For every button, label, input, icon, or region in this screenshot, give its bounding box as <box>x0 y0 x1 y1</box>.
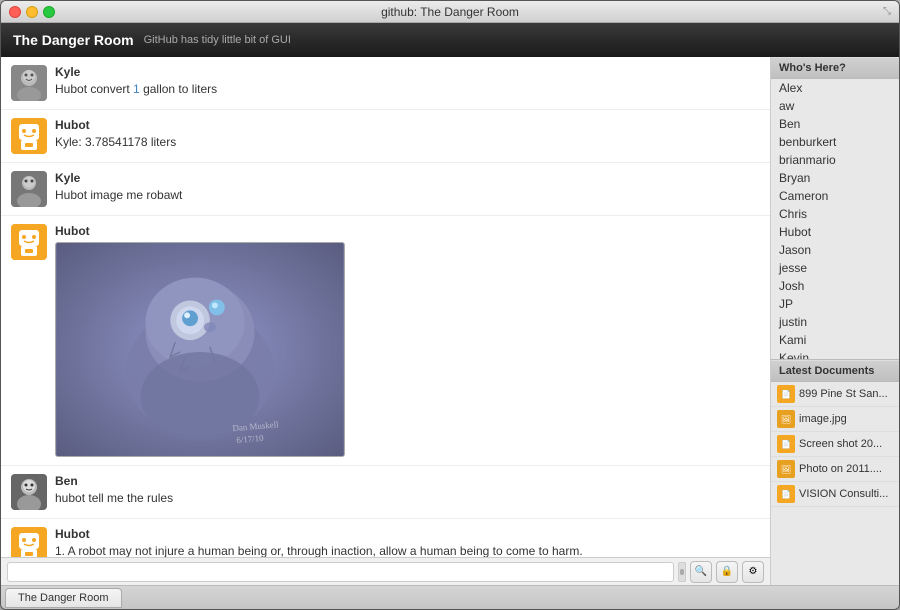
user-item[interactable]: jesse <box>771 259 899 277</box>
message-group: Hubot <box>1 216 770 466</box>
user-item[interactable]: justin <box>771 313 899 331</box>
user-item[interactable]: Alex <box>771 79 899 97</box>
room-subtitle: GitHub has tidy little bit of GUI <box>144 34 291 46</box>
user-item[interactable]: Hubot <box>771 223 899 241</box>
message-content: Kyle Hubot image me robawt <box>55 171 760 204</box>
message-content: Ben hubot tell me the rules <box>55 474 760 507</box>
messages-list: Kyle Hubot convert 1 gallon to liters <box>1 57 770 557</box>
window-title: github: The Danger Room <box>381 5 519 19</box>
message-username: Hubot <box>55 527 760 541</box>
message-content: Hubot 1. A robot may not injure a human … <box>55 527 760 557</box>
latest-docs-header: Latest Documents <box>771 360 899 382</box>
message-content: Hubot Kyle: 3.78541178 liters <box>55 118 760 151</box>
titlebar: github: The Danger Room ⤡ <box>1 1 899 23</box>
chat-area: Kyle Hubot convert 1 gallon to liters <box>1 57 771 585</box>
tab-danger-room[interactable]: The Danger Room <box>5 588 122 608</box>
close-button[interactable] <box>9 6 21 18</box>
avatar <box>11 224 47 260</box>
message-group: Hubot 1. A robot may not injure a human … <box>1 519 770 557</box>
user-item[interactable]: brianmario <box>771 151 899 169</box>
user-item[interactable]: aw <box>771 97 899 115</box>
message-username: Kyle <box>55 65 760 79</box>
avatar <box>11 474 47 510</box>
doc-name: image.jpg <box>799 413 893 425</box>
message-username: Hubot <box>55 224 760 238</box>
doc-name: 899 Pine St San... <box>799 388 893 400</box>
header-bar: The Danger Room GitHub has tidy little b… <box>1 23 899 57</box>
user-item[interactable]: Chris <box>771 205 899 223</box>
lock-button[interactable]: 🔒 <box>716 561 738 583</box>
message-group: Kyle Hubot convert 1 gallon to liters <box>1 57 770 110</box>
doc-icon: 📄 <box>777 485 795 503</box>
message-text: 1. A robot may not injure a human being … <box>55 543 760 557</box>
doc-item[interactable]: 📄 899 Pine St San... <box>771 382 899 407</box>
message-username: Kyle <box>55 171 760 185</box>
robot-image: Dan Muskell 6/17/10 <box>55 242 345 457</box>
user-item[interactable]: JP <box>771 295 899 313</box>
whos-here-header: Who's Here? <box>771 57 899 79</box>
doc-icon: 📄 <box>777 435 795 453</box>
tab-label: The Danger Room <box>18 592 109 604</box>
user-item-jason[interactable]: Jason <box>771 241 899 259</box>
doc-name: Photo on 2011.... <box>799 463 893 475</box>
sidebar: Who's Here? Alex aw Ben benburkert brian… <box>771 57 899 585</box>
doc-name: Screen shot 20... <box>799 438 893 450</box>
user-item[interactable]: Cameron <box>771 187 899 205</box>
avatar <box>11 527 47 557</box>
chat-input[interactable] <box>7 562 674 582</box>
doc-item[interactable]: 🖼 image.jpg <box>771 407 899 432</box>
message-text: Hubot convert 1 gallon to liters <box>55 81 760 98</box>
message-text: Hubot image me robawt <box>55 187 760 204</box>
scrollbar-area <box>678 562 686 582</box>
doc-name: VISION Consulti... <box>799 488 893 500</box>
search-button[interactable]: 🔍 <box>690 561 712 583</box>
room-name: The Danger Room <box>13 32 134 48</box>
message-group: Ben hubot tell me the rules <box>1 466 770 519</box>
user-item[interactable]: benburkert <box>771 133 899 151</box>
users-list: Alex aw Ben benburkert brianmario Bryan … <box>771 79 899 359</box>
app-window: github: The Danger Room ⤡ The Danger Roo… <box>0 0 900 610</box>
message-group: Kyle Hubot image me robawt <box>1 163 770 216</box>
maximize-button[interactable] <box>43 6 55 18</box>
doc-item[interactable]: 📄 VISION Consulti... <box>771 482 899 507</box>
tab-bar: The Danger Room <box>1 585 899 609</box>
user-item[interactable]: Kami <box>771 331 899 349</box>
user-item[interactable]: Bryan <box>771 169 899 187</box>
message-content: Kyle Hubot convert 1 gallon to liters <box>55 65 760 98</box>
settings-button[interactable]: ⚙ <box>742 561 764 583</box>
resize-icon: ⤡ <box>883 6 891 17</box>
traffic-lights <box>9 6 55 18</box>
avatar <box>11 118 47 154</box>
avatar <box>11 65 47 101</box>
message-group: Hubot Kyle: 3.78541178 liters <box>1 110 770 163</box>
message-content: Hubot <box>55 224 760 457</box>
message-username: Hubot <box>55 118 760 132</box>
message-username: Ben <box>55 474 760 488</box>
user-item[interactable]: Ben <box>771 115 899 133</box>
message-text: hubot tell me the rules <box>55 490 760 507</box>
docs-section: Latest Documents 📄 899 Pine St San... 🖼 … <box>771 359 899 507</box>
user-item[interactable]: Kevin <box>771 349 899 359</box>
input-bar: 🔍 🔒 ⚙ <box>1 557 770 585</box>
doc-icon: 📄 <box>777 385 795 403</box>
main-content: Kyle Hubot convert 1 gallon to liters <box>1 57 899 585</box>
doc-item[interactable]: 🖼 Photo on 2011.... <box>771 457 899 482</box>
avatar <box>11 171 47 207</box>
minimize-button[interactable] <box>26 6 38 18</box>
link: 1 <box>133 82 140 96</box>
doc-icon: 🖼 <box>777 460 795 478</box>
user-item[interactable]: Josh <box>771 277 899 295</box>
message-text: Kyle: 3.78541178 liters <box>55 134 760 151</box>
doc-icon: 🖼 <box>777 410 795 428</box>
doc-item[interactable]: 📄 Screen shot 20... <box>771 432 899 457</box>
